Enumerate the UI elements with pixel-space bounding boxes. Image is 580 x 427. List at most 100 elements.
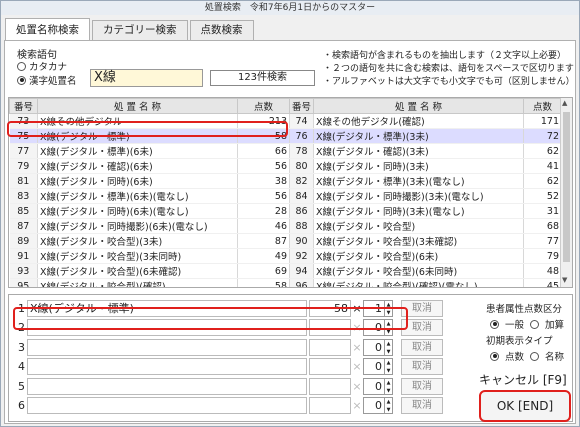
row-points: 62	[523, 143, 562, 159]
quantity-spinner-icon[interactable]: ▲ ▼	[385, 338, 393, 356]
row-num: 93	[9, 263, 38, 279]
row-points: 72	[523, 128, 562, 144]
scroll-thumb[interactable]	[563, 112, 570, 262]
entry-quantity-field[interactable]: 0	[363, 377, 385, 395]
row-name: X線(デジタル・咬合型)(確認)(電なし)	[313, 278, 524, 287]
tab-name-search[interactable]: 処置名称検索	[5, 18, 90, 40]
row-name: X線(デジタル・同時撮影)(6未)(電なし)	[37, 218, 238, 234]
search-panel: 検索語句 カタカナ 漢字処置名 X線 123件検索 ・検索語句が含まれるものを抽…	[4, 40, 576, 424]
table-row[interactable]: 83 X線(デジタル・標準)(6未)(電なし) 56 84 X線(デジタル・同時撮影)(…	[9, 188, 562, 204]
entry-name-field[interactable]	[27, 377, 307, 395]
entry-delete-button[interactable]: 取消	[401, 358, 443, 375]
table-row[interactable]: 91 X線(デジタル・咬合型)(3未同時) 49 92 X線(デジタル・咬合型)(6未)…	[9, 248, 562, 264]
entry-delete-button[interactable]: 取消	[401, 397, 443, 414]
row-points: 48	[523, 263, 562, 279]
list-scrollbar[interactable]: ▲ ▼	[560, 98, 572, 287]
quantity-spinner-icon[interactable]: ▲ ▼	[385, 358, 393, 375]
entry-name-field[interactable]	[27, 358, 307, 375]
row-num: 85	[9, 203, 38, 219]
entry-row: 6 × 0 ▲ ▼ 取消	[13, 397, 443, 415]
entry-index: 5	[18, 379, 25, 393]
radio-icon	[17, 61, 26, 71]
search-input[interactable]: X線	[90, 69, 203, 87]
row-name: X線(デジタル・咬合型)(3未同時)	[37, 248, 238, 264]
entry-points-field[interactable]	[309, 377, 351, 395]
radio-kanji[interactable]: 漢字処置名	[17, 73, 77, 87]
col-header-num: 番号	[289, 98, 314, 114]
row-name: X線(デジタル・咬合型)(確認)	[37, 278, 238, 287]
row-points: 66	[237, 143, 290, 159]
entry-delete-button[interactable]: 取消	[401, 377, 443, 395]
entry-points-field[interactable]	[309, 338, 351, 356]
table-row[interactable]: 87 X線(デジタル・同時撮影)(6未)(電なし) 46 88 X線(デジタル・咬合型)…	[9, 218, 562, 234]
scroll-up-icon[interactable]: ▲	[562, 99, 567, 107]
hint-1: ・検索語句が含まれるものを抽出します（２文字以上必要）	[323, 51, 567, 61]
scroll-down-icon[interactable]: ▼	[562, 276, 567, 284]
entry-points-field[interactable]	[309, 358, 351, 375]
entry-row: 3 × 0 ▲ ▼ 取消	[13, 338, 443, 356]
row-num: 83	[9, 188, 38, 204]
row-name: X線(デジタル・咬合型)(6未同時)	[313, 263, 524, 279]
patient-general-option[interactable]: 一般	[505, 317, 524, 331]
entry-name-field[interactable]	[27, 397, 307, 414]
display-name-option[interactable]: 名称	[545, 349, 564, 363]
radio-icon[interactable]	[490, 351, 499, 361]
radio-kana[interactable]: カタカナ	[17, 59, 67, 73]
result-count-button[interactable]: 123件検索	[210, 70, 315, 86]
row-num: 87	[9, 218, 38, 234]
radio-icon[interactable]	[530, 319, 540, 329]
row-num: 84	[289, 188, 314, 204]
row-points: 31	[523, 203, 562, 219]
row-num: 74	[289, 113, 314, 129]
selected-row-highlight	[7, 121, 288, 137]
row-points: 45	[523, 278, 562, 287]
entry-quantity-field[interactable]: 0	[363, 338, 385, 356]
table-row[interactable]: 89 X線(デジタル・咬合型)(3未) 87 90 X線(デジタル・咬合型)(3未確認)…	[9, 233, 562, 249]
entry-quantity-field[interactable]: 0	[363, 397, 385, 414]
row-name: X線(デジタル・咬合型)(3未)	[37, 233, 238, 249]
entry-name-field[interactable]	[27, 338, 307, 356]
row-name: X線(デジタル・咬合型)(6未確認)	[37, 263, 238, 279]
row-points: 87	[237, 233, 290, 249]
tab-points-search[interactable]: 点数検索	[189, 20, 254, 40]
patient-extra-option[interactable]: 加算	[545, 317, 564, 331]
window-title: 処置検索 令和7年6月1日からのマスター	[1, 1, 579, 15]
ok-button[interactable]: OK [END]	[479, 390, 571, 422]
radio-icon[interactable]	[490, 319, 499, 329]
row-points: 69	[237, 263, 290, 279]
row-name: X線(デジタル・確認)(6未)	[37, 158, 238, 174]
display-points-option[interactable]: 点数	[505, 349, 524, 363]
entry-quantity-field[interactable]: 0	[363, 358, 385, 375]
col-header-points: 点数	[523, 98, 562, 114]
row-num: 96	[289, 278, 314, 287]
row-name: X線(デジタル・標準)(3未)	[313, 128, 524, 144]
entry-delete-button[interactable]: 取消	[401, 338, 443, 356]
radio-icon	[17, 75, 26, 85]
tab-category-search[interactable]: カテゴリー検索	[92, 20, 188, 40]
table-row[interactable]: 85 X線(デジタル・同時)(6未)(電なし) 28 86 X線(デジタル・同時)(3未…	[9, 203, 562, 219]
quantity-spinner-icon[interactable]: ▲ ▼	[385, 377, 393, 395]
row-points: 38	[237, 173, 290, 189]
cancel-button[interactable]: キャンセル [F9]	[479, 371, 567, 388]
patient-points-group: 患者属性点数区分 一般 加算	[486, 304, 565, 331]
row-name: X線(デジタル・同時)(6未)	[37, 173, 238, 189]
row-points: 56	[237, 158, 290, 174]
radio-icon[interactable]	[530, 351, 540, 361]
table-row[interactable]: 95 X線(デジタル・咬合型)(確認) 58 96 X線(デジタル・咬合型)(確認)(電…	[9, 278, 562, 287]
entry-points-field[interactable]	[309, 397, 351, 414]
row-num: 94	[289, 263, 314, 279]
row-num: 80	[289, 158, 314, 174]
table-row[interactable]: 93 X線(デジタル・咬合型)(6未確認) 69 94 X線(デジタル・咬合型)(6未同…	[9, 263, 562, 279]
table-row[interactable]: 81 X線(デジタル・同時)(6未) 38 82 X線(デジタル・標準)(3未)(電なし…	[9, 173, 562, 189]
table-row[interactable]: 77 X線(デジタル・標準)(6未) 66 78 X線(デジタル・確認)(3未) 62	[9, 143, 562, 159]
row-num: 89	[9, 233, 38, 249]
row-num: 82	[289, 173, 314, 189]
hint-3: ・アルファベットは大文字でも小文字でも可（区別しません）	[323, 77, 575, 87]
table-row[interactable]: 79 X線(デジタル・確認)(6未) 56 80 X線(デジタル・同時)(3未) 41	[9, 158, 562, 174]
quantity-spinner-icon[interactable]: ▲ ▼	[385, 397, 393, 414]
row-num: 79	[9, 158, 38, 174]
entry-row: 5 × 0 ▲ ▼ 取消	[13, 377, 443, 395]
entry-index: 6	[18, 399, 25, 412]
entry-index: 4	[18, 360, 25, 373]
row-name: X線(デジタル・咬合型)(6未)	[313, 248, 524, 264]
